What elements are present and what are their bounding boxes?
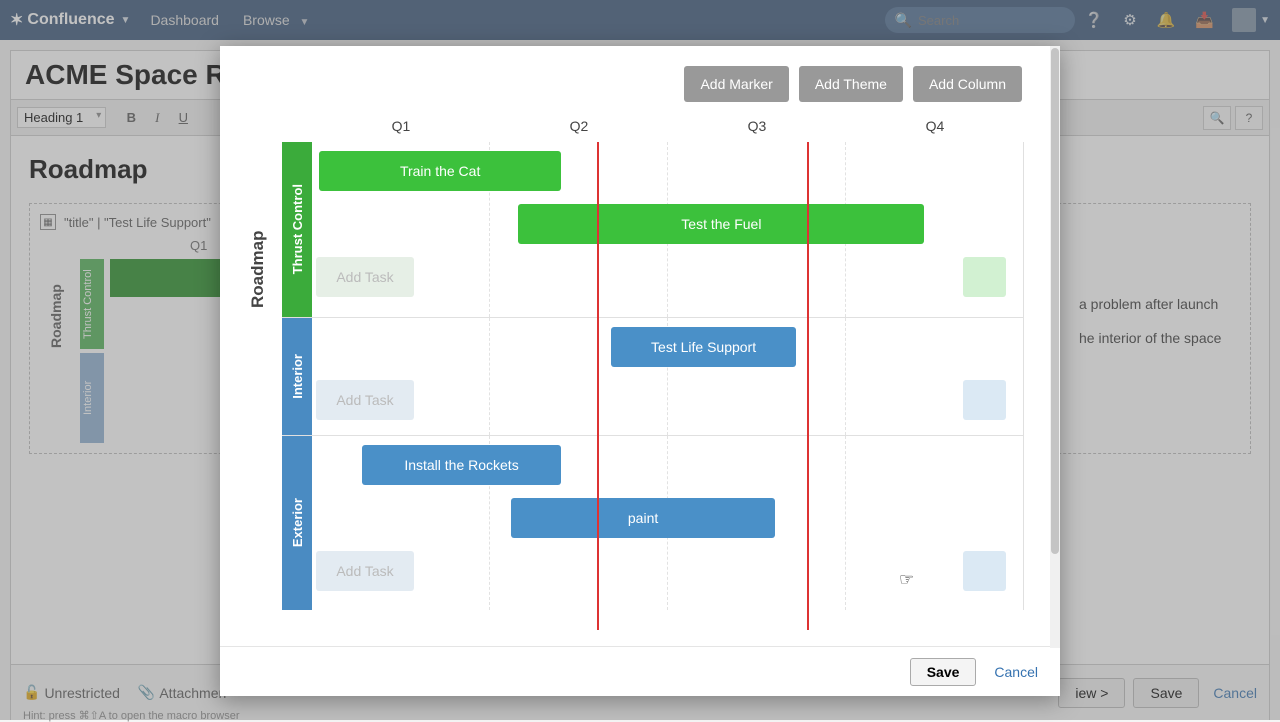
lane-label[interactable]: Thrust Control — [282, 142, 312, 317]
lane-interior: Interior Test Life Support Add Task — [282, 317, 1024, 435]
task-drop-target[interactable] — [963, 380, 1006, 420]
task-drop-target[interactable] — [963, 257, 1006, 297]
column-header[interactable]: Q3 — [668, 118, 846, 142]
column-headers: Q1Q2Q3Q4 — [282, 118, 1024, 142]
modal-save-button[interactable]: Save — [910, 658, 977, 686]
column-header[interactable]: Q2 — [490, 118, 668, 142]
roadmap-canvas: Roadmap Q1Q2Q3Q4 Thrust ControlTrain the… — [220, 108, 1060, 646]
add-task-button[interactable]: Add Task — [316, 551, 414, 591]
roadmap-editor-modal: Add Marker Add Theme Add Column Roadmap … — [220, 46, 1060, 696]
add-task-button[interactable]: Add Task — [316, 257, 414, 297]
add-theme-button[interactable]: Add Theme — [799, 66, 903, 102]
modal-action-bar: Add Marker Add Theme Add Column — [220, 46, 1060, 108]
task-bar[interactable]: Install the Rockets — [362, 445, 561, 485]
task-bar[interactable]: Test the Fuel — [518, 204, 924, 244]
task-drop-target[interactable] — [963, 551, 1006, 591]
lane-label[interactable]: Exterior — [282, 436, 312, 610]
task-bar[interactable]: paint — [511, 498, 774, 538]
roadmap-grid: Q1Q2Q3Q4 Thrust ControlTrain the Cat Test… — [282, 118, 1024, 636]
add-marker-button[interactable]: Add Marker — [684, 66, 788, 102]
lane-body[interactable]: Train the Cat Test the Fuel Add Task — [312, 142, 1024, 317]
roadmap-vlabel: Roadmap — [248, 231, 268, 308]
add-task-button[interactable]: Add Task — [316, 380, 414, 420]
lanes-container: Thrust ControlTrain the Cat Test the Fuel… — [282, 142, 1024, 636]
lane-label[interactable]: Interior — [282, 318, 312, 435]
column-header[interactable]: Q1 — [312, 118, 490, 142]
lane-body[interactable]: Test Life Support Add Task — [312, 318, 1024, 435]
modal-footer: Save Cancel — [220, 646, 1060, 696]
modal-cancel-link[interactable]: Cancel — [994, 664, 1038, 680]
add-column-button[interactable]: Add Column — [913, 66, 1022, 102]
timeline-marker[interactable] — [597, 142, 599, 630]
column-header[interactable]: Q4 — [846, 118, 1024, 142]
timeline-marker[interactable] — [807, 142, 809, 630]
task-bar[interactable]: Train the Cat — [319, 151, 561, 191]
lane-exterior: Exterior Install the Rockets paint Add Task — [282, 435, 1024, 610]
task-bar[interactable]: Test Life Support — [611, 327, 796, 367]
lane-body[interactable]: Install the Rockets paint Add Task — [312, 436, 1024, 610]
lane-thrust-control: Thrust ControlTrain the Cat Test the Fuel… — [282, 142, 1024, 317]
